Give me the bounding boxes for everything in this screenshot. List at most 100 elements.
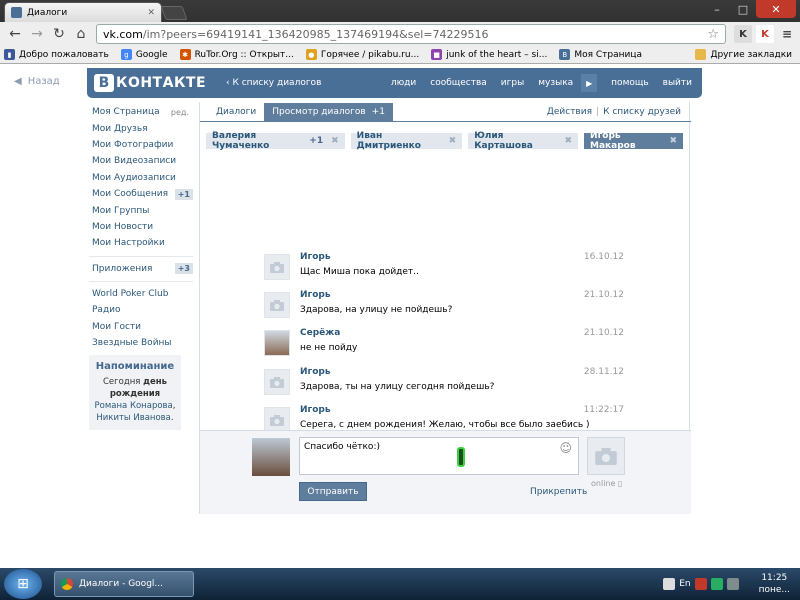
menu-item-messages[interactable]: Мои Сообщения +1 [87, 186, 195, 202]
peer-tab-active[interactable]: Игорь Макаров ✖ [584, 131, 683, 151]
app-item[interactable]: Звездные Войны [87, 335, 195, 351]
bookmark-item[interactable]: ● Горячее / pikabu.ru... [305, 49, 419, 60]
friend-link[interactable]: Никиты Иванова [96, 413, 171, 423]
menu-item-my-page[interactable]: Моя Страница ред. [87, 104, 195, 120]
camera-placeholder-icon[interactable] [264, 254, 290, 280]
camera-placeholder-icon[interactable] [587, 437, 625, 475]
tab-title: Диалоги [27, 7, 68, 18]
close-peer-icon[interactable]: ✖ [449, 136, 457, 146]
peer-tab[interactable]: Иван Дмитриенко ✖ [350, 131, 463, 151]
tray-keyboard-icon[interactable] [663, 578, 676, 590]
bookmark-item[interactable]: ✱ RuTor.Org :: Открыт... [179, 49, 294, 60]
play-icon[interactable]: ▶ [581, 74, 598, 92]
tray-network-icon[interactable] [726, 578, 739, 590]
windows-taskbar: ⊞ Диалоги - Googl... En 11:25 поне... [0, 568, 800, 600]
nav-communities[interactable]: сообщества [430, 78, 487, 88]
nav-games[interactable]: игры [501, 78, 524, 88]
peer-tab[interactable]: Юлия Карташова ✖ [468, 131, 579, 151]
menu-item-videos[interactable]: Мои Видеозаписи [87, 153, 195, 169]
nav-logout[interactable]: выйти [663, 78, 692, 88]
message: Игорь Здарова, ты на улицу сегодня пойде… [264, 367, 624, 403]
vk-logo[interactable]: В КОНТАКТЕ [94, 74, 206, 92]
apps-icon: ▮ [4, 49, 15, 60]
menu-wrench-icon[interactable]: ≡ [778, 25, 796, 43]
back-link[interactable]: ◀ Назад [14, 76, 60, 87]
extension-k-red-icon[interactable]: K [756, 25, 774, 43]
minimize-button[interactable]: – [704, 0, 730, 18]
dialog-content: Диалоги Просмотр диалогов +1 Действия | К… [199, 102, 691, 514]
close-peer-icon[interactable]: ✖ [331, 136, 339, 146]
message-text: Щас Миша пока дойдет.. [300, 267, 419, 277]
to-friends-link[interactable]: К списку друзей [603, 107, 681, 117]
message-author[interactable]: Игорь [300, 405, 331, 415]
close-peer-icon[interactable]: ✖ [564, 136, 572, 146]
user-photo-avatar[interactable] [264, 330, 290, 356]
menu-item-friends[interactable]: Мои Друзья [87, 120, 195, 136]
smiley-icon[interactable]: ☺ [559, 441, 572, 455]
message-date: 16.10.12 [583, 252, 624, 262]
peer-tab[interactable]: Валерия Чумаченко +1 ✖ [206, 131, 345, 151]
app-item[interactable]: Мои Гости [87, 319, 195, 335]
bookmark-item[interactable]: ▮ Добро пожаловать [4, 49, 109, 60]
home-icon[interactable]: ⌂ [70, 24, 92, 44]
tab-dialogs[interactable]: Диалоги [208, 103, 264, 121]
attach-link[interactable]: Прикрепить [530, 487, 587, 497]
menu-item-settings[interactable]: Мои Настройки [87, 235, 195, 251]
tray-shield-icon[interactable] [694, 578, 707, 590]
new-tab-button[interactable] [160, 6, 188, 20]
tray-torrent-icon[interactable] [710, 578, 723, 590]
tab-view-dialogs[interactable]: Просмотр диалогов +1 [264, 103, 393, 121]
other-bookmarks[interactable]: Другие закладки [695, 49, 792, 60]
url-host: vk.com [103, 27, 143, 41]
window-controls: – □ ✕ [704, 0, 796, 18]
bookmark-star-icon[interactable]: ☆ [707, 27, 719, 42]
address-bar[interactable]: vk.com/im?peers=69419141_136420985_13746… [96, 24, 726, 44]
bookmark-item[interactable]: ■ junk of the heart – si... [431, 49, 547, 60]
reload-icon[interactable]: ↻ [48, 24, 70, 44]
extension-k-icon[interactable]: K [734, 25, 752, 43]
reminder-title: Напоминание [95, 361, 175, 373]
message-date: 21.10.12 [583, 328, 624, 338]
edit-link[interactable]: ред. [171, 108, 189, 117]
nav-people[interactable]: люди [391, 78, 416, 88]
to-dialog-list-link[interactable]: ‹ К списку диалогов [226, 78, 321, 88]
bookmark-item[interactable]: В Моя Страница [559, 49, 642, 60]
menu-item-apps[interactable]: Приложения +3 [87, 261, 195, 277]
close-peer-icon[interactable]: ✖ [669, 136, 677, 146]
menu-divider [89, 280, 193, 282]
language-indicator[interactable]: En [679, 579, 690, 589]
message-author[interactable]: Игорь [300, 290, 331, 300]
menu-item-photos[interactable]: Мои Фотографии [87, 137, 195, 153]
forward-arrow-icon[interactable]: → [26, 24, 48, 44]
maximize-button[interactable]: □ [730, 0, 756, 18]
bookmark-item[interactable]: g Google [120, 49, 168, 60]
browser-frame: Диалоги ✕ – □ ✕ ← → ↻ ⌂ vk.com/im?peers=… [0, 0, 800, 68]
close-window-button[interactable]: ✕ [756, 0, 796, 18]
camera-placeholder-icon[interactable] [264, 292, 290, 318]
menu-item-news[interactable]: Мои Новости [87, 219, 195, 235]
my-avatar[interactable] [252, 438, 290, 476]
menu-item-groups[interactable]: Мои Группы [87, 202, 195, 218]
nav-music[interactable]: музыка [538, 78, 573, 88]
web-page: ◀ Назад В КОНТАКТЕ ‹ К списку диалогов л… [0, 64, 800, 568]
url-path: /im?peers=69419141_136420985_137469194&s… [142, 27, 489, 41]
friend-link[interactable]: Романа Конарова [95, 401, 173, 411]
start-button-icon[interactable]: ⊞ [4, 569, 42, 599]
close-tab-icon[interactable]: ✕ [147, 8, 155, 18]
message-input[interactable]: Спасибо чётко:) ☺ [299, 437, 579, 475]
message-author[interactable]: Игорь [300, 367, 331, 377]
online-status: online ▯ [591, 479, 623, 488]
app-item[interactable]: Радио [87, 302, 195, 318]
clock[interactable]: 11:25 поне... [759, 572, 790, 596]
taskbar-chrome-item[interactable]: Диалоги - Googl... [54, 571, 194, 597]
message-author[interactable]: Игорь [300, 252, 331, 262]
message-author[interactable]: Серёжа [300, 328, 340, 338]
actions-link[interactable]: Действия [547, 107, 592, 117]
app-item[interactable]: World Poker Club [87, 286, 195, 302]
browser-tab[interactable]: Диалоги ✕ [4, 2, 162, 22]
nav-help[interactable]: помощь [611, 78, 648, 88]
camera-placeholder-icon[interactable] [264, 369, 290, 395]
send-button[interactable]: Отправить [299, 482, 367, 501]
back-arrow-icon[interactable]: ← [4, 24, 26, 44]
menu-item-audio[interactable]: Мои Аудиозаписи [87, 170, 195, 186]
